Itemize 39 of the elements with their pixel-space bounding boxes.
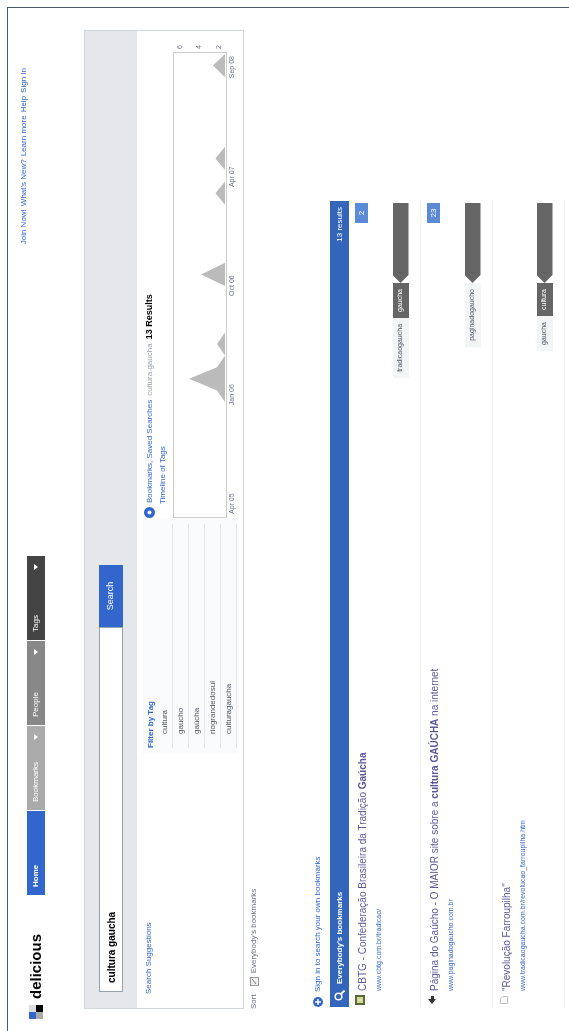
- logo-text: delicious: [25, 933, 45, 999]
- bookmark-title[interactable]: "Revolução Farroupilha": [499, 820, 514, 991]
- timeline-link[interactable]: Timeline of Tags: [156, 446, 169, 518]
- query-text: cultura gaucha: [143, 343, 155, 396]
- tag-link[interactable]: cultura: [159, 524, 173, 748]
- top-link[interactable]: Sign In: [18, 68, 30, 93]
- nav-tab[interactable]: People: [27, 641, 45, 725]
- search-icon: [334, 990, 345, 1001]
- tag-link[interactable]: gaúcha: [191, 524, 205, 748]
- tag-link[interactable]: gaucho: [175, 524, 189, 748]
- search-button[interactable]: Search: [99, 565, 123, 627]
- view-option[interactable]: Everybody's bookmarks: [248, 888, 260, 987]
- bookmark-title[interactable]: Página do Gaúcho - O MAIOR site sobre a cultura GAÚCHA na internet: [427, 668, 442, 991]
- results-link[interactable]: Bookmarks, Saved Searches: [143, 399, 156, 503]
- suggestions-link[interactable]: Search Suggestions: [143, 754, 243, 994]
- top-link[interactable]: Learn more: [18, 115, 30, 157]
- top-link[interactable]: Help: [18, 95, 30, 113]
- logo-icon: [29, 1005, 43, 1019]
- results-count: 13 Results: [143, 294, 155, 340]
- option-icon: [249, 977, 259, 987]
- page-icon: [499, 995, 509, 1005]
- nav-tab[interactable]: Home: [27, 811, 45, 895]
- results-bar-title: Everybody's bookmarks: [333, 891, 345, 984]
- tag-link[interactable]: culturagaucha: [223, 524, 237, 748]
- bookmark-title[interactable]: CBTG - Confederação Brasileira da Tradição Gaúcha: [355, 752, 370, 991]
- plus-icon: [313, 997, 323, 1007]
- panel-title: Filter by Tag: [145, 700, 156, 748]
- sort-label: Sort: [248, 994, 259, 1009]
- nav-tab[interactable]: Tags: [27, 556, 45, 640]
- top-link[interactable]: What's New?: [18, 159, 30, 207]
- save-count[interactable]: 23: [427, 203, 440, 223]
- sign-in-link[interactable]: Sign in to search your own bookmarks: [312, 856, 324, 992]
- top-link[interactable]: Join Now!: [18, 209, 30, 245]
- save-count[interactable]: 2: [355, 203, 368, 223]
- search-field[interactable]: cultura gaucha: [99, 627, 123, 992]
- arrow-icon: [427, 995, 437, 1005]
- site-icon: [355, 995, 365, 1005]
- tag-link[interactable]: riograndedosul: [207, 524, 221, 748]
- results-bar-count: 13 results: [333, 207, 345, 242]
